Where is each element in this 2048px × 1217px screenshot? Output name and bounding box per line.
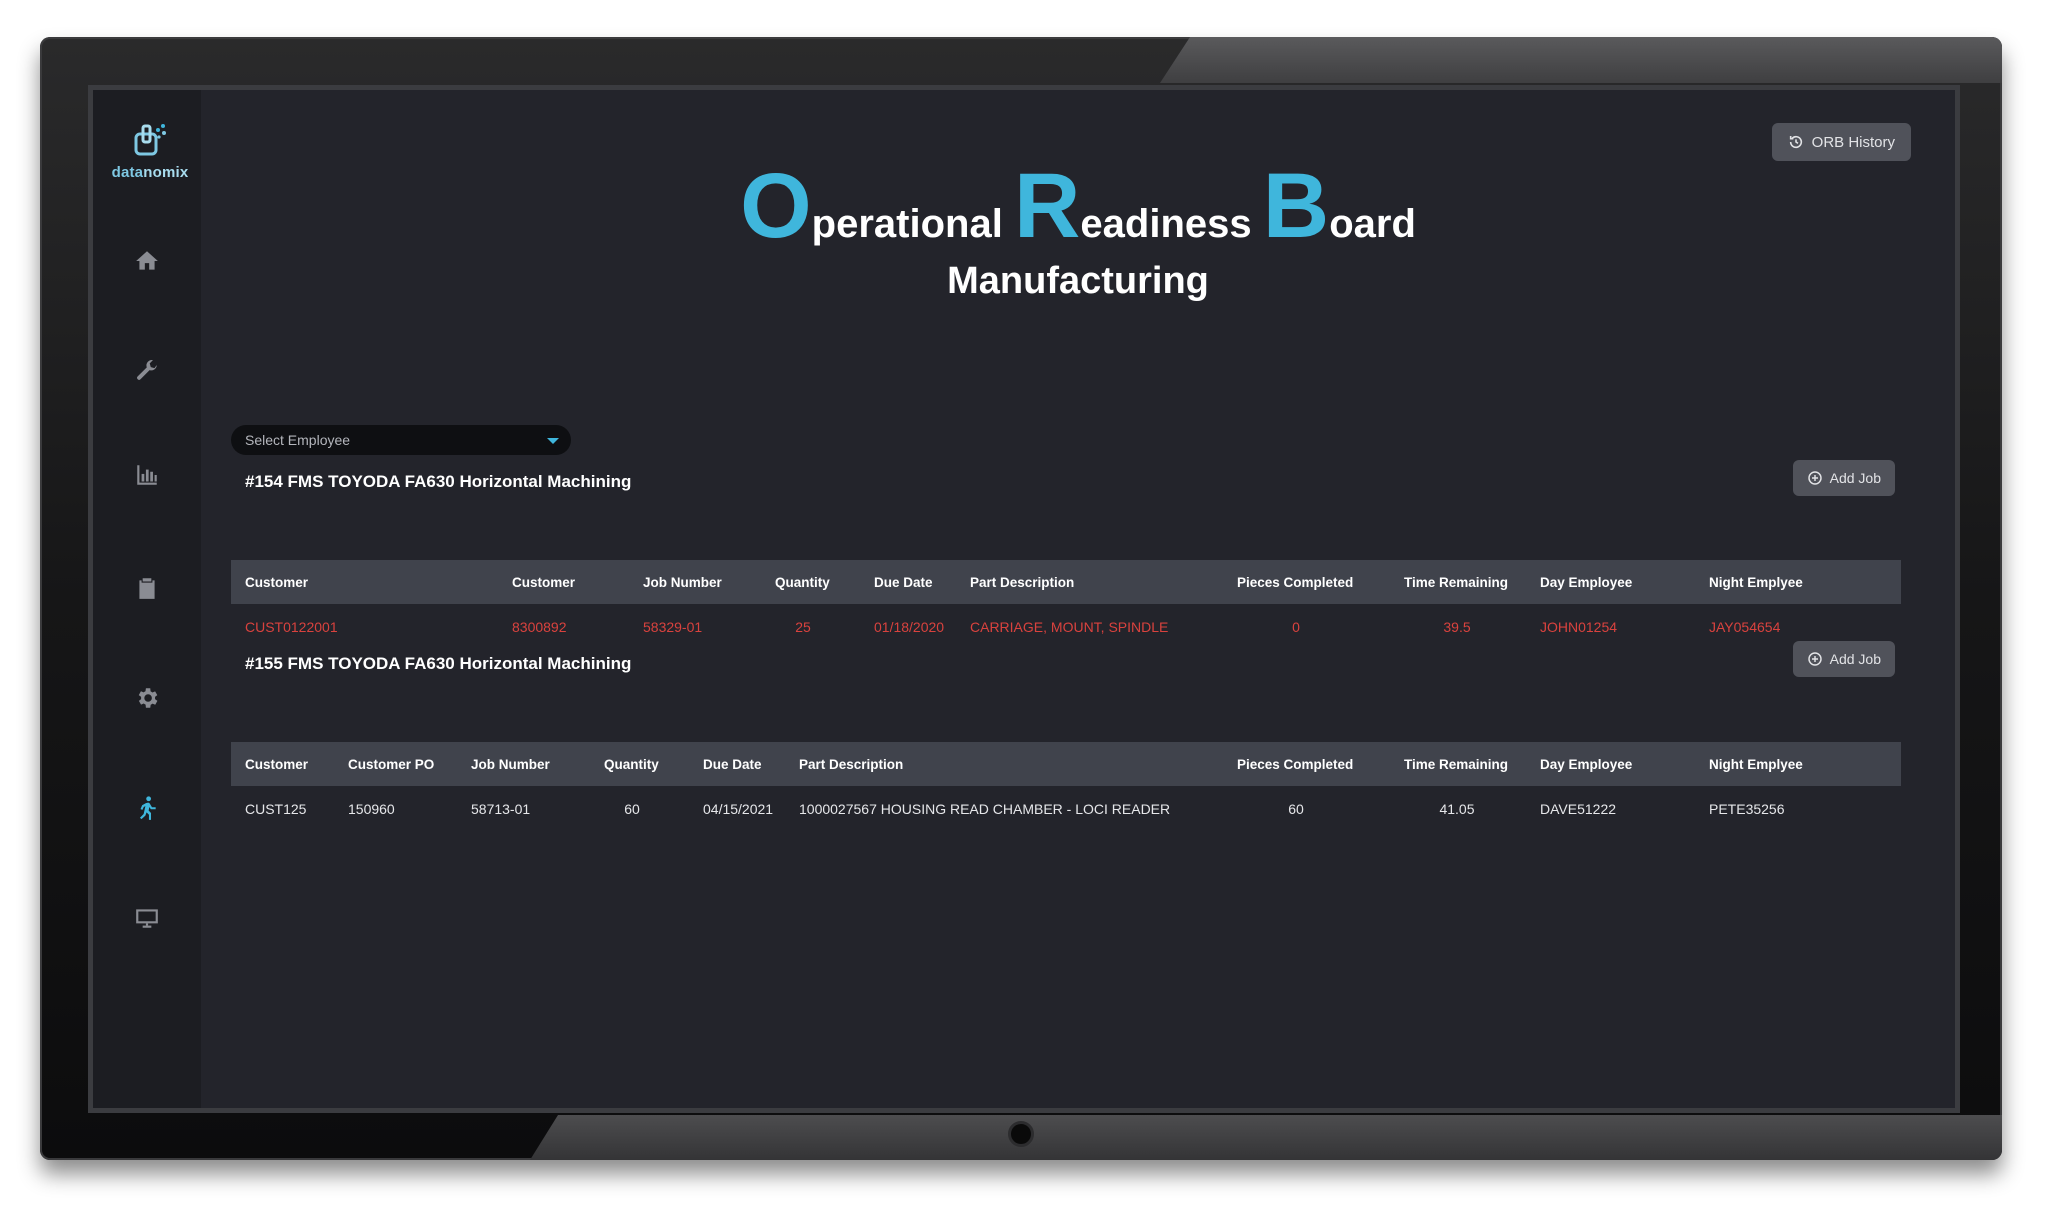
cell-quantity: 25 [795, 619, 811, 635]
walking-person-icon [139, 796, 156, 820]
machine-title-154: #154 FMS TOYODA FA630 Horizontal Machini… [245, 472, 632, 491]
cell-pieces-completed: 60 [1288, 801, 1304, 817]
column-header: Day Employee [1540, 574, 1633, 590]
column-header: Customer PO [348, 756, 435, 772]
add-job-label: Add Job [1829, 470, 1881, 486]
title-initial-o: O [740, 155, 812, 257]
column-header: Due Date [874, 574, 933, 590]
column-header: Night Emplyee [1709, 756, 1803, 772]
column-header: Job Number [643, 574, 722, 590]
nav-display[interactable] [129, 900, 165, 936]
bar-chart-icon [137, 465, 157, 485]
add-job-label: Add Job [1829, 651, 1881, 667]
cell-quantity: 60 [624, 801, 640, 817]
cell-job-number: 58329-01 [643, 619, 703, 635]
column-header: Time Remaining [1404, 756, 1509, 772]
nav-tools[interactable] [129, 353, 165, 389]
select-employee-dropdown[interactable]: Select Employee [231, 425, 571, 455]
column-header: Customer [245, 756, 309, 772]
cell-part-description: 1000027567 HOUSING READ CHAMBER - LOCI R… [799, 801, 1171, 817]
page-subtitle: Manufacturing [947, 260, 1209, 302]
title-word-board: oard [1329, 202, 1416, 246]
gear-icon [138, 688, 158, 708]
column-header: Part Description [799, 756, 904, 772]
title-word-readiness: eadiness [1080, 202, 1252, 246]
column-header: Time Remaining [1404, 574, 1509, 590]
logo-text-data: data [111, 164, 144, 181]
brand-logo[interactable]: datanomix [105, 122, 195, 181]
camera-icon [1008, 1121, 1034, 1147]
cell-customer: CUST125 [245, 801, 307, 817]
jobs-table-154: Customer Customer Job Number Quantity Du… [231, 560, 1901, 650]
cell-customer-po: 150960 [348, 801, 395, 817]
plus-circle-icon [1807, 471, 1822, 485]
column-header: Due Date [703, 756, 762, 772]
table-header: Customer Customer Job Number Quantity Du… [231, 560, 1901, 604]
monitor-icon [136, 909, 158, 928]
nav-operations[interactable] [129, 790, 165, 826]
add-job-button-155[interactable]: Add Job [1792, 641, 1895, 677]
nav-settings[interactable] [129, 680, 165, 716]
nav-reports[interactable] [129, 457, 165, 493]
column-header: Quantity [604, 756, 659, 772]
chevron-down-icon [547, 438, 559, 444]
column-header: Part Description [970, 574, 1075, 590]
column-header: Customer [245, 574, 309, 590]
cell-pieces-completed: 0 [1292, 619, 1300, 635]
monitor-reflection-bottom [530, 1115, 2002, 1160]
table-row[interactable]: CUST125 150960 58713-01 60 04/15/2021 10… [231, 786, 1901, 832]
table-row[interactable]: CUST0122001 8300892 58329-01 25 01/18/20… [231, 604, 1901, 650]
title-initial-r: R [1013, 155, 1081, 257]
cell-customer: CUST0122001 [245, 619, 338, 635]
title-word-operational: perational [811, 202, 1003, 246]
select-employee-placeholder: Select Employee [245, 432, 351, 448]
cell-part-description: CARRIAGE, MOUNT, SPINDLE [970, 619, 1169, 635]
nav-home[interactable] [129, 243, 165, 279]
orb-history-label: ORB History [1811, 133, 1895, 151]
orb-history-button[interactable]: ORB History [1771, 123, 1911, 161]
cell-due-date: 04/15/2021 [703, 801, 774, 817]
add-job-button-154[interactable]: Add Job [1792, 460, 1895, 496]
nav-jobs[interactable] [129, 570, 165, 606]
logo-wordmark: datanomix [105, 164, 195, 181]
page-title: Operational Readiness Board Manufacturin… [201, 160, 1955, 303]
column-header: Pieces Completed [1237, 756, 1354, 772]
cell-day-employee: DAVE51222 [1540, 801, 1617, 817]
cell-time-remaining: 39.5 [1443, 619, 1471, 635]
home-icon [136, 251, 158, 270]
title-line: Operational Readiness Board [201, 160, 1955, 252]
main-content: ORB History Operational Readiness Board … [201, 90, 1955, 1108]
cell-night-employee: PETE35256 [1709, 801, 1785, 817]
app-screen: datanomix ORB History Operational Readin… [88, 85, 1960, 1113]
history-icon [1789, 135, 1802, 149]
cell-customer: 8300892 [512, 619, 567, 635]
cell-due-date: 01/18/2020 [874, 619, 945, 635]
column-header: Quantity [775, 574, 830, 590]
sidebar: datanomix [93, 90, 201, 1108]
column-header: Job Number [471, 756, 550, 772]
wrench-icon [137, 360, 157, 380]
jobs-table-155: Customer Customer PO Job Number Quantity… [231, 742, 1901, 832]
machine-title-155: #155 FMS TOYODA FA630 Horizontal Machini… [245, 654, 632, 673]
clipboard-icon [139, 578, 155, 599]
column-header: Customer [512, 574, 576, 590]
table-header: Customer Customer PO Job Number Quantity… [231, 742, 1901, 786]
cell-time-remaining: 41.05 [1439, 801, 1475, 817]
title-initial-b: B [1262, 155, 1330, 257]
cell-job-number: 58713-01 [471, 801, 531, 817]
column-header: Pieces Completed [1237, 574, 1354, 590]
plus-circle-icon [1807, 652, 1822, 666]
cell-day-employee: JOHN01254 [1540, 619, 1618, 635]
column-header: Day Employee [1540, 756, 1633, 772]
datanomix-logo-icon [134, 124, 166, 156]
monitor-reflection-top [1160, 37, 2002, 83]
monitor-frame: datanomix ORB History Operational Readin… [40, 37, 2002, 1160]
column-header: Night Emplyee [1709, 574, 1803, 590]
cell-night-employee: JAY054654 [1709, 619, 1781, 635]
logo-text-nomix: nomix [143, 164, 189, 181]
